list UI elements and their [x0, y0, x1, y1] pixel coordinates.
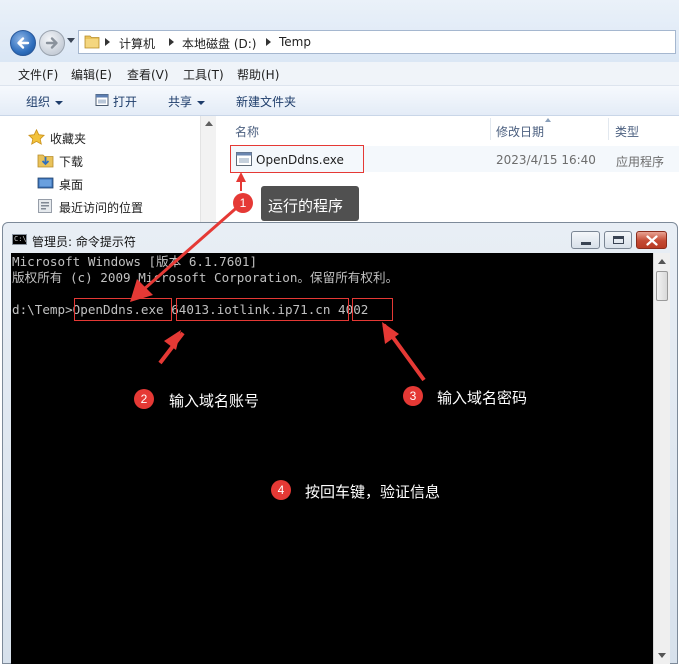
- annotation-text-3: 输入域名密码: [437, 389, 528, 407]
- annotation-callout-1: 运行的程序: [261, 186, 359, 221]
- arrow-to-command: [142, 194, 251, 292]
- annotation-badge-4: 4: [271, 480, 291, 500]
- annotation-badge-2: 2: [134, 389, 154, 409]
- annotation-badge-1: 1: [233, 193, 253, 213]
- annotation-text-1: 运行的程序: [268, 197, 344, 215]
- arrow-head: [164, 330, 181, 350]
- annotation-text-4: 按回车键，验证信息: [305, 483, 441, 501]
- annotation-text-2: 输入域名账号: [169, 392, 260, 410]
- arrow-head: [236, 172, 246, 182]
- annotation-arrows: [130, 172, 426, 382]
- annotation-badge-3: 3: [403, 386, 423, 406]
